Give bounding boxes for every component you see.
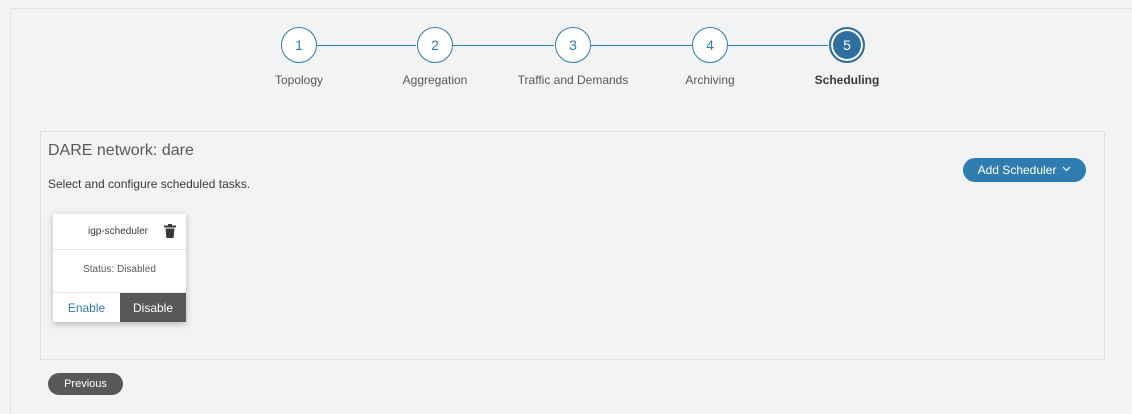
scheduling-panel: DARE network: dare Select and configure … xyxy=(40,131,1105,360)
scheduler-card: igp-scheduler Status: Disabled Enable Di… xyxy=(53,214,186,322)
scheduler-card-header: igp-scheduler xyxy=(53,214,186,250)
wizard-connector xyxy=(452,45,554,46)
chevron-down-icon xyxy=(1062,164,1071,175)
wizard-connector xyxy=(728,45,828,46)
enable-button[interactable]: Enable xyxy=(53,293,120,322)
disable-button[interactable]: Disable xyxy=(120,293,186,322)
step-5-circle[interactable]: 5 xyxy=(829,27,865,63)
wizard-connector xyxy=(590,45,692,46)
add-scheduler-label: Add Scheduler xyxy=(977,163,1057,177)
scheduler-status: Status: Disabled xyxy=(83,264,156,275)
trash-icon[interactable] xyxy=(164,224,176,238)
step-3-label: Traffic and Demands xyxy=(517,73,629,87)
step-2-label: Aggregation xyxy=(402,73,468,87)
step-1-circle[interactable]: 1 xyxy=(281,27,317,63)
scheduler-name: igp-scheduler xyxy=(87,226,149,237)
step-4-label: Archiving xyxy=(685,73,735,87)
wizard-stepper: 1 2 3 4 5 Topology Aggregation Traffic a… xyxy=(0,0,1132,100)
wizard-connector xyxy=(316,45,416,46)
page-title: DARE network: dare xyxy=(48,142,194,159)
scheduler-actions: Enable Disable xyxy=(53,292,186,322)
add-scheduler-button[interactable]: Add Scheduler xyxy=(963,158,1086,182)
step-2-circle[interactable]: 2 xyxy=(417,27,453,63)
previous-button[interactable]: Previous xyxy=(48,373,123,395)
step-5-label: Scheduling xyxy=(814,73,880,87)
step-4-circle[interactable]: 4 xyxy=(692,27,728,63)
step-3-circle[interactable]: 3 xyxy=(555,27,591,63)
page-subtitle: Select and configure scheduled tasks. xyxy=(48,177,251,191)
